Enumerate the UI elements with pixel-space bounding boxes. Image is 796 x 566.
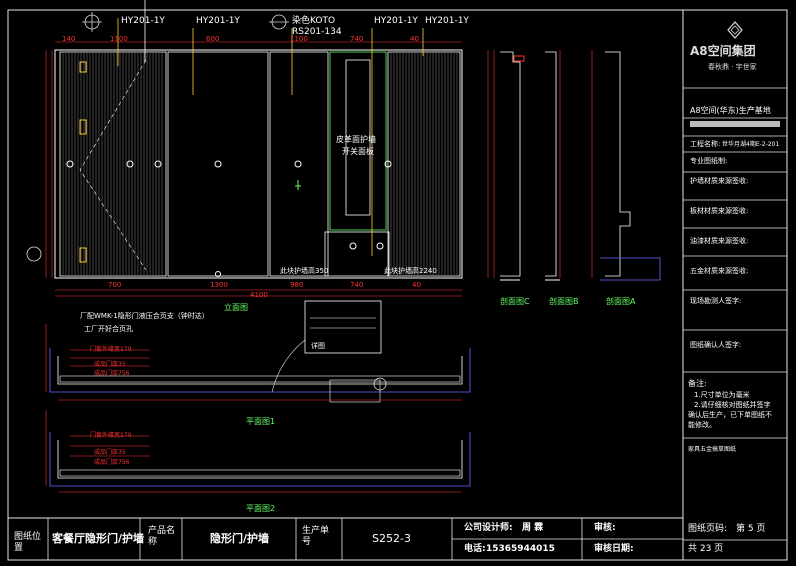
callout-koto-1: 染色KOTO [292, 16, 336, 26]
footer-designer-value: 周 霖 [522, 523, 544, 533]
note-line-4: 能修改。 [688, 421, 716, 429]
callout-hy-2: HY201-1Y [196, 16, 240, 26]
notes-footer: 家具五金搞草图纸 [688, 446, 737, 453]
plan2-dim-3: 成品门厚756 [94, 459, 130, 466]
tb-field-2: 护墙材质来源签收: [690, 177, 749, 185]
dim-top-6: 40 [410, 35, 419, 43]
footer-product-label: 产品名称 [148, 526, 176, 547]
footer-order-value: S252-3 [372, 532, 411, 545]
footer-phone-label: 电话: [464, 544, 486, 554]
footer-order-label: 生产单号 [302, 526, 330, 547]
brand-name: A8空间集团 [690, 44, 756, 58]
label-plan-2: 平面图2 [246, 504, 276, 513]
project-title: A8空间(华东)生产基地 [690, 106, 771, 115]
dim-bottom-3: 980 [290, 281, 304, 289]
footer-drawing-name-label: 图纸位置 [14, 532, 42, 553]
footer-page-label: 图纸页码: [688, 524, 728, 534]
dim-top-2: 1100 [110, 35, 128, 43]
dim-top-3: 600 [206, 35, 220, 43]
footer-review-date-label: 审核日期: [594, 544, 634, 554]
dim-top-5: 740 [350, 35, 364, 43]
notes-title: 备注: [688, 379, 707, 388]
footer-page-value: 第 5 页 [736, 524, 766, 534]
callout-hy-4: HY201-1Y [425, 16, 469, 26]
tb-field-1: 专业图纸制: [690, 157, 728, 165]
door-label-1: 皮革面护墙 [336, 135, 376, 144]
bottom-note-2: 此块护墙高2240 [384, 267, 437, 275]
dim-bottom-2: 1300 [210, 281, 228, 289]
brand-logo-icon [727, 21, 743, 39]
project-label: 工程名称: [690, 140, 721, 148]
bottom-note-1: 此块护墙高350 [280, 267, 329, 275]
hardware-note-1: 厂配WMK-1隐形门液压合页支（钟时达） [80, 312, 209, 320]
tb-field-3: 板材材质来源签收: [690, 207, 749, 215]
tb-field-4: 油漆材质来源签收: [690, 237, 749, 245]
footer-total-value: 共 23 页 [688, 544, 724, 554]
dim-top-1: 140 [62, 35, 76, 43]
hardware-note-2: 工厂开好合页孔 [84, 325, 133, 333]
dim-bottom-4: 740 [350, 281, 364, 289]
plan1-dim-3: 成品门厚756 [94, 370, 130, 377]
dim-bottom-5: 40 [412, 281, 421, 289]
door-label-2: 开关面板 [342, 147, 374, 156]
dim-top-4: 1100 [290, 35, 308, 43]
label-section-b: 剖面图B [549, 297, 579, 306]
footer-review-label: 审核: [594, 523, 616, 533]
dim-bottom-1: 700 [108, 281, 122, 289]
footer-phone-value: 15365944015 [486, 544, 555, 554]
label-section-a: 剖面图A [606, 297, 636, 306]
tb-field-7: 图纸确认人签字: [690, 341, 742, 349]
plan1-dim-1: 门套外缘宽170 [90, 346, 132, 353]
brand-slogan: 春秋鼎 · 宇世家 [708, 63, 757, 71]
label-section-c: 剖面图C [500, 297, 530, 306]
tb-field-6: 现场勘测人签字: [690, 297, 742, 305]
dim-total: 4100 [250, 291, 268, 299]
callout-hy-1: HY201-1Y [121, 16, 165, 26]
plan2-dim-1: 门套外缘宽170 [90, 432, 132, 439]
label-elevation: 立面图 [224, 303, 248, 312]
sheet-border [7, 9, 788, 561]
footer-drawing-name-value: 客餐厅隐形门/护墙 [52, 532, 145, 545]
section-views [487, 50, 661, 281]
tb-field-5: 五金材质来源签收: [690, 267, 749, 275]
footer-product-value: 隐形门/护墙 [210, 532, 270, 545]
project-value: 世华月湖4期E-2-201 [722, 141, 780, 148]
label-detail: 详图 [311, 342, 325, 350]
footer-designer-label: 公司设计师: [464, 523, 513, 533]
project-title-bar [690, 121, 780, 127]
label-plan-1: 平面图1 [246, 417, 276, 426]
callout-hy-3: HY201-1Y [374, 16, 418, 26]
